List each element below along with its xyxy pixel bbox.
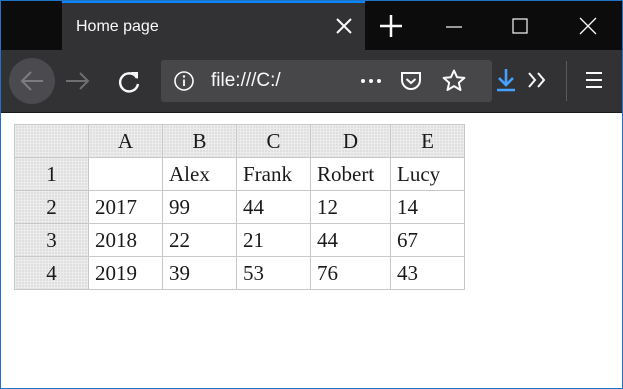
column-header-e: E [390, 124, 465, 158]
table-cell: 22 [162, 223, 237, 257]
back-arrow-icon[interactable] [9, 58, 55, 104]
row-header: 4 [14, 256, 89, 290]
column-header-a: A [88, 124, 163, 158]
table-cell: 44 [236, 190, 311, 224]
table-row: 1 Alex Frank Robert Lucy [14, 157, 465, 191]
tab-title: Home page [76, 18, 159, 35]
table-cell: 99 [162, 190, 237, 224]
table-cell: 2017 [88, 190, 163, 224]
tab-strip: Home page [1, 1, 622, 50]
tab-home-page[interactable]: Home page [62, 1, 365, 50]
table-cell [88, 157, 163, 191]
hamburger-menu-icon[interactable] [583, 69, 605, 91]
column-header-row: A B C D E [14, 124, 465, 158]
spreadsheet-table: A B C D E 1 Alex Frank Robert Lucy 2 201… [14, 124, 465, 290]
row-header: 2 [14, 190, 89, 224]
table-cell: 2018 [88, 223, 163, 257]
star-icon[interactable] [441, 68, 467, 94]
table-cell: Lucy [390, 157, 465, 191]
pocket-icon[interactable] [399, 69, 423, 93]
window-close-icon[interactable] [555, 1, 621, 50]
table-cell: 14 [390, 190, 465, 224]
toolbar-divider [566, 61, 567, 101]
plus-icon[interactable] [376, 13, 406, 39]
close-icon[interactable] [333, 15, 355, 37]
corner-cell [14, 124, 89, 158]
more-icon[interactable] [357, 70, 385, 92]
table-cell: 53 [236, 256, 311, 290]
column-header-b: B [162, 124, 237, 158]
table-cell: Frank [236, 157, 311, 191]
table-cell: 2019 [88, 256, 163, 290]
table-row: 2 2017 99 44 12 14 [14, 190, 465, 224]
table-cell: Alex [162, 157, 237, 191]
table-cell: 21 [236, 223, 311, 257]
browser-window: Home page file:///C:/ A B C D E 1 Alex F… [0, 0, 623, 389]
column-header-d: D [310, 124, 391, 158]
overflow-icon[interactable] [525, 69, 549, 91]
table-cell: 44 [310, 223, 391, 257]
table-cell: 67 [390, 223, 465, 257]
table-row: 3 2018 22 21 44 67 [14, 223, 465, 257]
url-bar[interactable]: file:///C:/ [161, 60, 492, 102]
reload-icon[interactable] [114, 66, 144, 96]
page-content: A B C D E 1 Alex Frank Robert Lucy 2 201… [1, 113, 622, 388]
row-header: 3 [14, 223, 89, 257]
forward-arrow-icon[interactable] [63, 66, 93, 96]
table-row: 4 2019 39 53 76 43 [14, 256, 465, 290]
maximize-icon[interactable] [487, 1, 553, 50]
column-header-c: C [236, 124, 311, 158]
url-text[interactable]: file:///C:/ [211, 70, 311, 92]
table-cell: 12 [310, 190, 391, 224]
info-icon[interactable] [173, 70, 195, 92]
nav-toolbar: file:///C:/ [1, 50, 622, 113]
table-cell: Robert [310, 157, 391, 191]
row-header: 1 [14, 157, 89, 191]
download-icon[interactable] [495, 67, 517, 93]
table-cell: 39 [162, 256, 237, 290]
table-cell: 43 [390, 256, 465, 290]
minimize-icon[interactable] [421, 1, 487, 50]
table-cell: 76 [310, 256, 391, 290]
